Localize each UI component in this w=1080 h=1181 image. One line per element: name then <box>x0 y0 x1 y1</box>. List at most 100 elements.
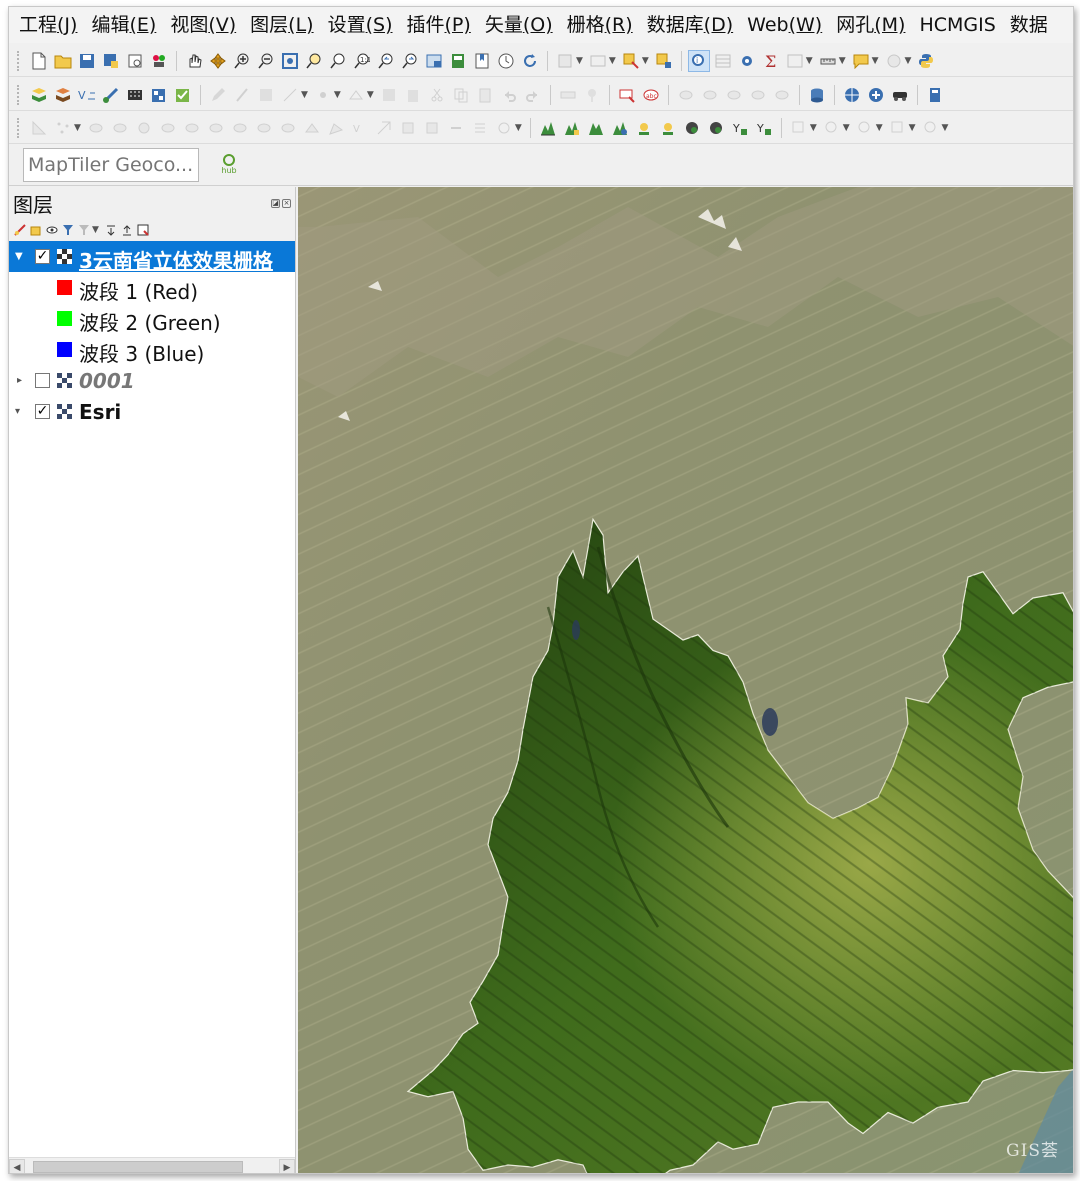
save-project-icon[interactable] <box>77 51 97 71</box>
sun-tool-1-icon[interactable] <box>634 118 654 138</box>
layer-name[interactable]: Esri <box>79 400 121 424</box>
toggle-editing-icon[interactable] <box>232 85 252 105</box>
shape-tool-3-icon[interactable] <box>134 118 154 138</box>
field-calculator-icon[interactable] <box>785 51 805 71</box>
shape-tool-9-icon[interactable] <box>278 118 298 138</box>
zoom-selection-icon[interactable] <box>304 51 324 71</box>
zoom-native-icon[interactable]: 1:1 <box>352 51 372 71</box>
temporal-controller-icon[interactable] <box>496 51 516 71</box>
new-bookmark-icon[interactable] <box>472 51 492 71</box>
web-car-icon[interactable] <box>890 85 910 105</box>
rotate-feature-icon[interactable] <box>494 118 514 138</box>
layer-row-0001[interactable]: ▸ 0001 <box>9 365 295 396</box>
menu-item-10[interactable]: 网孔(M) <box>836 7 905 43</box>
pin-labels-icon[interactable] <box>582 85 602 105</box>
menu-item-3[interactable]: 图层(L) <box>250 7 313 43</box>
style-layer-icon[interactable] <box>13 224 26 237</box>
pan-to-selection-icon[interactable] <box>208 51 228 71</box>
add-delimited-text-icon[interactable]: V <box>77 85 97 105</box>
close-panel-icon[interactable]: × <box>282 198 291 208</box>
layer-row-esri[interactable]: ▾ ✓ Esri <box>9 396 295 427</box>
label-style-abc-icon[interactable]: abc <box>641 85 661 105</box>
undo-icon[interactable] <box>499 85 519 105</box>
shape-tool-16-icon[interactable] <box>446 118 466 138</box>
sun-tool-2-icon[interactable] <box>658 118 678 138</box>
open-attribute-table-icon[interactable] <box>588 51 608 71</box>
menu-item-11[interactable]: HCMGIS <box>919 7 995 43</box>
label-tool-icon[interactable] <box>558 85 578 105</box>
data-source-manager-icon[interactable] <box>29 85 49 105</box>
snapping-2-icon[interactable] <box>822 118 842 138</box>
toolbar-grip[interactable] <box>17 117 23 138</box>
attribute-table-icon[interactable] <box>713 51 733 71</box>
layer-name[interactable]: 0001 <box>79 369 135 393</box>
label-move-icon[interactable] <box>700 85 720 105</box>
manage-visibility-icon[interactable] <box>45 224 58 237</box>
save-edits-icon[interactable] <box>256 85 276 105</box>
shape-tool-17-icon[interactable] <box>470 118 490 138</box>
collapse-arrow-icon[interactable]: ▼ <box>15 252 25 262</box>
map-tips-icon[interactable] <box>851 51 871 71</box>
slope-tool-1-icon[interactable]: Y <box>730 118 750 138</box>
delete-selected-icon[interactable] <box>403 85 423 105</box>
add-spatialite-icon[interactable] <box>101 85 121 105</box>
filter-by-expression-icon[interactable] <box>77 224 90 237</box>
zoom-out-icon[interactable] <box>256 51 276 71</box>
label-toolbar-abc-icon[interactable] <box>617 85 637 105</box>
shape-tool-2-icon[interactable] <box>110 118 130 138</box>
menu-item-1[interactable]: 编辑(E) <box>91 7 156 43</box>
horizontal-scrollbar[interactable]: ◀ ▶ <box>9 1157 295 1173</box>
add-point-icon[interactable] <box>313 85 333 105</box>
shape-tool-7-icon[interactable] <box>230 118 250 138</box>
zoom-next-icon[interactable] <box>400 51 420 71</box>
profile-tool-1-icon[interactable] <box>538 118 558 138</box>
scroll-thumb[interactable] <box>33 1160 243 1173</box>
shape-tool-1-icon[interactable] <box>86 118 106 138</box>
hillshade-1-icon[interactable] <box>682 118 702 138</box>
filter-legend-icon[interactable] <box>61 224 74 237</box>
new-project-icon[interactable] <box>29 51 49 71</box>
zoom-last-icon[interactable] <box>376 51 396 71</box>
shape-tool-15-icon[interactable] <box>422 118 442 138</box>
statistics-sum-icon[interactable]: Σ <box>761 51 781 71</box>
qgis-hub-icon[interactable]: hub <box>217 151 241 179</box>
shape-tool-11-icon[interactable] <box>326 118 346 138</box>
snapping-1-icon[interactable] <box>789 118 809 138</box>
layer-visibility-checkbox[interactable]: ✓ <box>35 249 50 264</box>
label-change-icon[interactable] <box>748 85 768 105</box>
style-manager-icon[interactable] <box>149 51 169 71</box>
shape-tool-6-icon[interactable] <box>206 118 226 138</box>
python-console-icon[interactable] <box>916 51 936 71</box>
zoom-in-icon[interactable] <box>232 51 252 71</box>
layer-name[interactable]: 3云南省立体效果栅格 <box>79 245 273 274</box>
menu-item-12[interactable]: 数据 <box>1010 7 1048 43</box>
shape-tool-10-icon[interactable] <box>302 118 322 138</box>
select-features-icon[interactable] <box>621 51 641 71</box>
cut-features-icon[interactable] <box>427 85 447 105</box>
new-map-view-icon[interactable] <box>424 51 444 71</box>
slope-tool-2-icon[interactable]: Y <box>754 118 774 138</box>
remove-layer-icon[interactable] <box>137 224 150 237</box>
float-panel-icon[interactable]: ◪ <box>271 198 280 208</box>
layer-row-yunnan-relief[interactable]: ▼ ✓ 3云南省立体效果栅格 <box>9 241 295 274</box>
identify-feature-icon[interactable] <box>555 51 575 71</box>
add-mesh-layer-icon[interactable] <box>149 85 169 105</box>
toolbar-grip[interactable] <box>17 50 23 71</box>
refresh-icon[interactable] <box>520 51 540 71</box>
web-globe-icon[interactable] <box>842 85 862 105</box>
print-layout-icon[interactable] <box>125 51 145 71</box>
menu-item-2[interactable]: 视图(V) <box>170 7 236 43</box>
profile-tool-3-icon[interactable] <box>586 118 606 138</box>
open-project-icon[interactable] <box>53 51 73 71</box>
edit-attributes-icon[interactable] <box>379 85 399 105</box>
snapping-3-icon[interactable] <box>855 118 875 138</box>
add-line-icon[interactable] <box>280 85 300 105</box>
menu-item-8[interactable]: 数据库(D) <box>647 7 733 43</box>
menu-item-4[interactable]: 设置(S) <box>328 7 393 43</box>
digitize-segment-icon[interactable] <box>29 118 49 138</box>
hillshade-2-icon[interactable] <box>706 118 726 138</box>
settings-gear-icon[interactable] <box>737 51 757 71</box>
pan-map-icon[interactable] <box>184 51 204 71</box>
expand-arrow-icon[interactable]: ▸ <box>17 376 27 386</box>
point-pattern-icon[interactable] <box>53 118 73 138</box>
